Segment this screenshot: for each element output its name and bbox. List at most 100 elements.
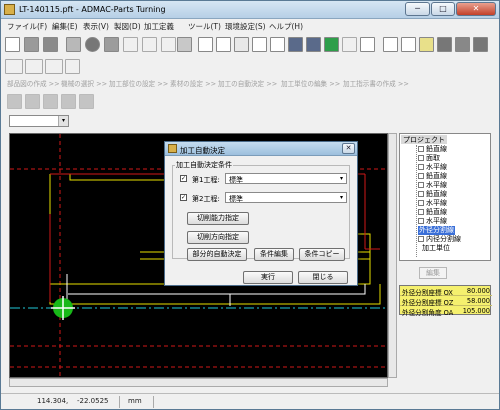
cut-capacity-button[interactable]: 切削能力指定: [187, 212, 249, 225]
menu-machining-def[interactable]: 加工定義: [144, 21, 174, 32]
chevron-down-icon[interactable]: ▾: [337, 174, 346, 183]
canvas-horizontal-scrollbar[interactable]: [9, 378, 388, 387]
rotate-icon[interactable]: [177, 37, 192, 52]
tree-item[interactable]: 水平線: [418, 199, 447, 208]
cut-direction-button[interactable]: 切削方向指定: [187, 231, 249, 244]
list-icon[interactable]: [401, 37, 416, 52]
chevron-down-icon[interactable]: ▾: [337, 193, 346, 202]
tree-item[interactable]: 面取: [418, 154, 440, 163]
dimension-line-icon[interactable]: [45, 59, 63, 74]
step-auto-decide[interactable]: 加工の自動決定 >>: [218, 78, 277, 88]
step-material[interactable]: 素材の設定 >>: [170, 78, 216, 88]
search-icon[interactable]: [5, 59, 23, 74]
project-tree[interactable]: プロジェクト 鉛直線 面取 水平線 鉛直線 水平線 鉛直線 水平線 鉛直線 水平…: [399, 133, 491, 261]
tree-item-checkbox[interactable]: [418, 191, 424, 197]
tree-item[interactable]: 内径分割線: [418, 235, 461, 244]
tree-item-checkbox[interactable]: [418, 200, 424, 206]
save-file-icon[interactable]: [43, 37, 58, 52]
title-bar[interactable]: LT-140115.pft - ADMAC-Parts Turning ─ □ …: [1, 1, 499, 19]
canvas-vertical-scrollbar[interactable]: [388, 133, 397, 378]
magnifier-icon[interactable]: [234, 37, 249, 52]
partial-auto-button[interactable]: 部分的自動決定: [187, 248, 247, 261]
close-button[interactable]: ✕: [456, 2, 496, 16]
regenerate-icon[interactable]: [324, 37, 339, 52]
maximize-button[interactable]: □: [431, 2, 455, 16]
tree-item-selected[interactable]: 外径分割線: [418, 226, 455, 235]
dialog-title-bar[interactable]: 加工自動決定 ✕: [165, 142, 357, 156]
tree-item-checkbox[interactable]: [418, 164, 424, 170]
radius-icon[interactable]: [65, 59, 80, 74]
tree-item-checkbox[interactable]: [418, 209, 424, 215]
run-button[interactable]: 実行: [243, 271, 293, 284]
tree-item[interactable]: 鉛直線: [418, 208, 447, 217]
tree-item-checkbox[interactable]: [418, 236, 424, 242]
tree-item-checkbox[interactable]: [418, 146, 424, 152]
tree-item[interactable]: 水平線: [418, 217, 447, 226]
menu-settings[interactable]: 環境設定(S): [225, 21, 266, 32]
menu-view[interactable]: 表示(V): [83, 21, 109, 32]
step-instruction-sheet[interactable]: 加工指示書の作成 >>: [343, 78, 409, 88]
dimension-icon[interactable]: [25, 59, 43, 74]
menu-draw[interactable]: 製図(D): [114, 21, 141, 32]
menu-file[interactable]: ファイル(F): [7, 21, 47, 32]
tree-item[interactable]: 加工単位: [422, 244, 450, 253]
view-icon[interactable]: [288, 37, 303, 52]
zoom-window-icon[interactable]: [198, 37, 213, 52]
process2-select[interactable]: 標準 ▾: [225, 192, 347, 203]
table-row[interactable]: 外径分割角度 OA 105.000: [400, 306, 492, 317]
table-row[interactable]: 外径分割座標 OX 80.000: [400, 286, 492, 297]
tree-item-checkbox[interactable]: [418, 173, 424, 179]
step-machining-area[interactable]: 加工部位の設定 >>: [109, 78, 168, 88]
area-icon[interactable]: [43, 94, 58, 109]
table-icon[interactable]: [419, 37, 434, 52]
check-icon[interactable]: [79, 94, 94, 109]
menu-edit[interactable]: 編集(E): [52, 21, 78, 32]
process1-checkbox[interactable]: ✓: [180, 175, 187, 182]
grid-icon[interactable]: [360, 37, 375, 52]
tree-root[interactable]: プロジェクト: [401, 135, 447, 144]
copy-conditions-button[interactable]: 条件コピー: [299, 248, 345, 261]
edit-conditions-button[interactable]: 条件編集: [254, 248, 294, 261]
machine-select-icon[interactable]: [25, 94, 40, 109]
open-file-icon[interactable]: [24, 37, 39, 52]
layer-combo[interactable]: ▾: [9, 115, 69, 127]
tree-item[interactable]: 鉛直線: [418, 145, 447, 154]
dialog-close-button[interactable]: ✕: [342, 143, 355, 154]
minimize-button[interactable]: ─: [405, 2, 430, 16]
menu-help[interactable]: ヘルプ(H): [269, 21, 303, 32]
zoom-fit-icon[interactable]: [216, 37, 231, 52]
dialog-close-text-button[interactable]: 閉じる: [298, 271, 348, 284]
panel-icon[interactable]: [383, 37, 398, 52]
part-icon[interactable]: [7, 94, 22, 109]
process2-checkbox[interactable]: ✓: [180, 194, 187, 201]
tools-set-icon[interactable]: [61, 94, 76, 109]
tree-item-checkbox[interactable]: [418, 218, 424, 224]
circle-icon[interactable]: [85, 37, 100, 52]
process1-select[interactable]: 標準 ▾: [225, 173, 347, 184]
view-all-icon[interactable]: [306, 37, 321, 52]
tree-item[interactable]: 水平線: [418, 163, 447, 172]
step-part-drawing[interactable]: 部品図の作成 >>: [7, 78, 60, 88]
chevron-down-icon[interactable]: ▾: [58, 116, 68, 126]
tree-edit-button[interactable]: 編集: [419, 267, 447, 279]
step-unit-edit[interactable]: 加工単位の編集 >>: [281, 78, 340, 88]
new-file-icon[interactable]: [5, 37, 20, 52]
refresh-icon[interactable]: [161, 37, 176, 52]
pan-icon[interactable]: [270, 37, 285, 52]
tree-item[interactable]: 水平線: [418, 181, 447, 190]
tree-item-checkbox[interactable]: [418, 182, 424, 188]
tree-item[interactable]: 鉛直線: [418, 172, 447, 181]
machine-icon[interactable]: [455, 37, 470, 52]
edit-icon[interactable]: [66, 37, 81, 52]
menu-tools[interactable]: ツール(T): [188, 21, 221, 32]
tree-item-checkbox[interactable]: [418, 155, 424, 161]
undo-icon[interactable]: [123, 37, 138, 52]
tool-icon[interactable]: [437, 37, 452, 52]
table-row[interactable]: 外径分割座標 OZ 58.000: [400, 296, 492, 307]
print-icon[interactable]: [104, 37, 119, 52]
tree-item[interactable]: 鉛直線: [418, 190, 447, 199]
step-machine-select[interactable]: 機械の選択 >>: [61, 78, 107, 88]
measure-icon[interactable]: [342, 37, 357, 52]
redo-icon[interactable]: [142, 37, 157, 52]
settings-icon[interactable]: [473, 37, 488, 52]
